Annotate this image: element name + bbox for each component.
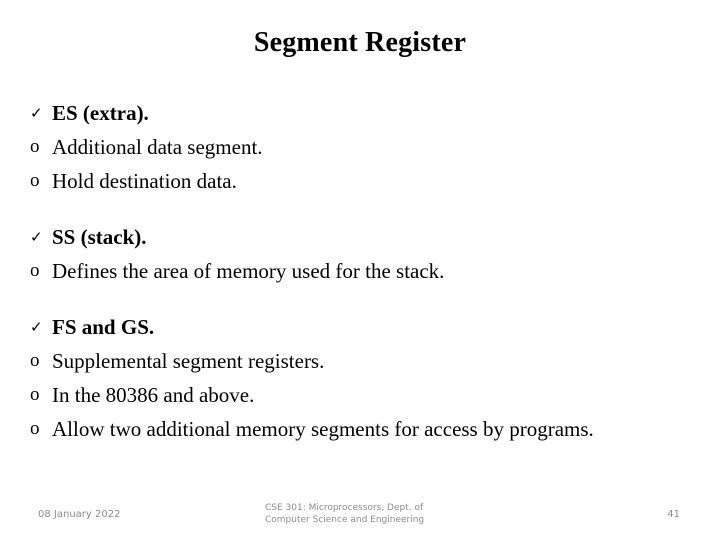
footer-course-info: CSE 301: Microprocessors, Dept. of Compu… xyxy=(265,502,465,526)
list-item-label: ES (extra). xyxy=(52,101,149,125)
circle-bullet-icon: o xyxy=(30,136,40,157)
list-item-label: Defines the area of memory used for the … xyxy=(52,259,445,283)
list-item-label: SS (stack). xyxy=(52,225,147,249)
slide-body: ✓ ES (extra). o Additional data segment.… xyxy=(30,96,680,446)
list-item: ✓ SS (stack). xyxy=(30,220,680,254)
list-item: o Additional data segment. xyxy=(30,130,680,164)
list-item: o Supplemental segment registers. xyxy=(30,344,680,378)
list-item-label: Hold destination data. xyxy=(52,169,237,193)
list-item: o Allow two additional memory segments f… xyxy=(30,412,680,446)
footer-course-line-2: Computer Science and Engineering xyxy=(265,515,425,525)
slide-footer: 08 January 2022 CSE 301: Microprocessors… xyxy=(0,500,720,540)
check-bullet-icon: ✓ xyxy=(30,104,43,122)
check-bullet-icon: ✓ xyxy=(30,228,43,246)
list-item-label: Additional data segment. xyxy=(52,135,263,159)
circle-bullet-icon: o xyxy=(30,350,40,371)
page-title: Segment Register xyxy=(253,27,467,58)
list-item-label: FS and GS. xyxy=(52,315,155,339)
list-item: o In the 80386 and above. xyxy=(30,378,680,412)
footer-course-line-1: CSE 301: Microprocessors, Dept. of xyxy=(265,503,424,513)
page-number: 41 xyxy=(667,509,680,520)
circle-bullet-icon: o xyxy=(30,260,40,281)
list-item-label: Allow two additional memory segments for… xyxy=(52,417,594,441)
bullet-group: ✓ SS (stack). o Defines the area of memo… xyxy=(30,220,680,288)
bullet-group: ✓ FS and GS. o Supplemental segment regi… xyxy=(30,310,680,446)
check-bullet-icon: ✓ xyxy=(30,318,43,336)
bullet-group: ✓ ES (extra). o Additional data segment.… xyxy=(30,96,680,198)
list-item: o Defines the area of memory used for th… xyxy=(30,254,680,288)
circle-bullet-icon: o xyxy=(30,384,40,405)
list-item-label: Supplemental segment registers. xyxy=(52,349,325,373)
circle-bullet-icon: o xyxy=(30,418,40,439)
list-item: ✓ ES (extra). xyxy=(30,96,680,130)
list-item: o Hold destination data. xyxy=(30,164,680,198)
footer-date: 08 January 2022 xyxy=(38,509,121,520)
list-item: ✓ FS and GS. xyxy=(30,310,680,344)
slide: Segment Register ✓ ES (extra). o Additio… xyxy=(0,0,720,540)
circle-bullet-icon: o xyxy=(30,170,40,191)
list-item-label: In the 80386 and above. xyxy=(52,383,255,407)
